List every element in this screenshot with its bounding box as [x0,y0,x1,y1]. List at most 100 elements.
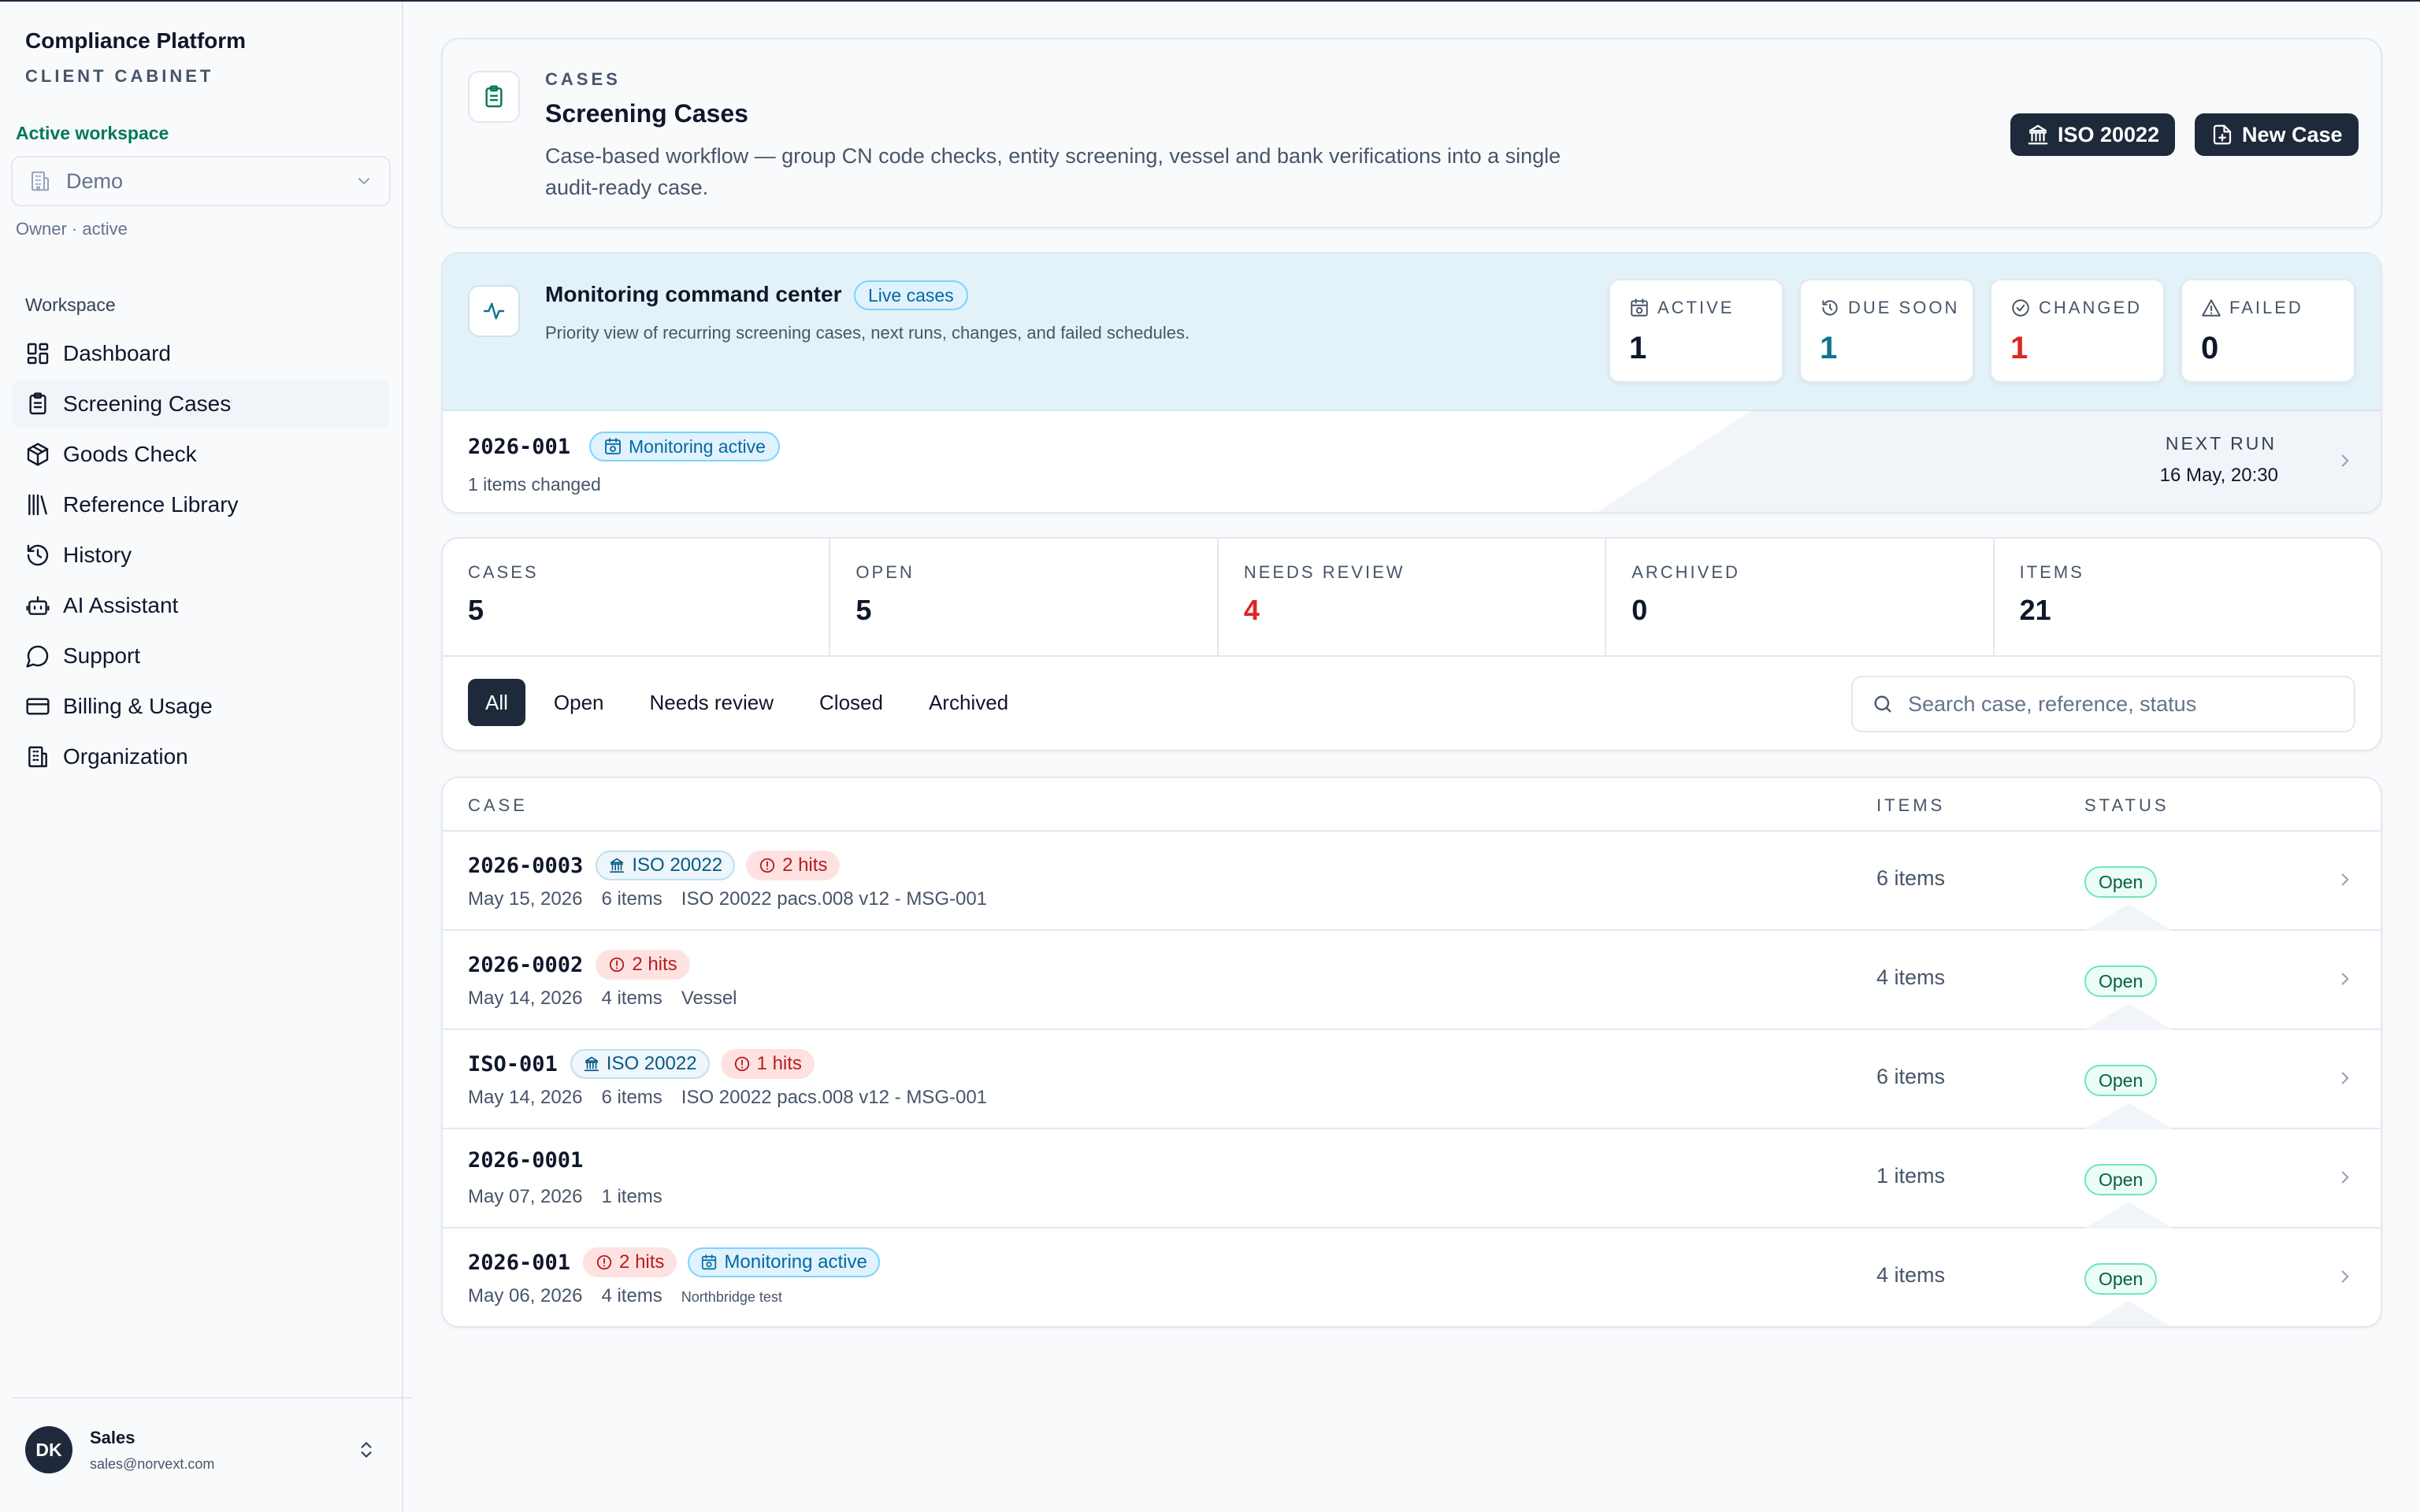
monitoring-active-badge: Monitoring active [589,432,780,461]
bank-icon [2028,124,2048,145]
stat-label: DUE SOON [1820,298,1959,318]
alert-triangle-icon [2202,299,2221,317]
filter-archived[interactable]: Archived [911,679,1026,726]
summary-stat-archived: ARCHIVED 0 [1606,539,1995,655]
new-case-button[interactable]: New Case [2195,113,2359,156]
sidebar-item-history[interactable]: History [13,531,389,580]
table-row[interactable]: ISO-001 ISO 20022 1 hits May 14, 2026 6 … [443,1030,2381,1129]
summary-stat-value: 0 [1631,594,1648,626]
sidebar-item-organization[interactable]: Organization [13,732,389,781]
case-date: May 15, 2026 [468,888,583,910]
monitoring-title: Monitoring command center [545,282,842,306]
summary-stat-needs-review: NEEDS REVIEW 4 [1219,539,1607,655]
case-id: ISO-001 [468,1051,558,1077]
sidebar-item-support[interactable]: Support [13,632,389,680]
check-circle-icon [2012,299,2029,317]
stat-active: ACTIVE 1 [1609,279,1783,383]
row-decoration [1598,411,2381,512]
user-menu[interactable]: DK Sales sales@norvext.com [13,1406,389,1493]
bot-icon [26,596,50,615]
table-row[interactable]: 2026-0003 ISO 20022 2 hits May 15, 2026 … [443,832,2381,931]
status-badge: Open [2084,866,2158,898]
case-items-count: 4 items [601,1285,663,1306]
filter-needs-review[interactable]: Needs review [633,679,792,726]
case-line: 2026-0002 2 hits [468,950,701,980]
user-email: sales@norvext.com [90,1455,215,1472]
case-line: 2026-0001 [468,1148,596,1173]
status-badge: Open [2084,1263,2158,1295]
header-icon-box [468,71,520,123]
column-header-case: CASE [468,795,528,815]
timer-icon [1822,300,1838,316]
case-meta: May 06, 2026 4 items Northbridge test [468,1285,801,1307]
case-items-count: 1 items [601,1186,663,1207]
column-header-status: STATUS [2084,795,2169,815]
stat-value: 1 [1629,331,1647,365]
sidebar-item-label: Billing & Usage [63,694,213,718]
sidebar-item-label: Goods Check [63,442,197,466]
status-badge: Open [2084,965,2158,997]
alert-circle-icon [610,957,625,973]
filter-open[interactable]: Open [536,679,622,726]
app-subtitle: CLIENT CABINET [25,66,214,86]
iso-tag-label: ISO 20022 [606,1053,697,1074]
workspace-label: Active workspace [16,123,169,143]
case-date: May 07, 2026 [468,1186,583,1207]
workspace-select[interactable]: Demo [11,156,391,206]
summary-stat-label: OPEN [856,562,915,582]
search-input[interactable] [1908,691,2335,717]
user-name: Sales [90,1427,135,1447]
filter-all[interactable]: All [468,679,525,726]
library-icon [28,494,47,516]
table-row[interactable]: 2026-001 2 hits Monitoring active May 06… [443,1228,2381,1326]
monitoring-active-tag: Monitoring active [688,1247,880,1277]
filter-closed[interactable]: Closed [802,679,900,726]
monitoring-icon-box [468,285,520,337]
iso-tag: ISO 20022 [570,1049,710,1079]
items-cell: 1 items [1876,1164,1946,1188]
sidebar-item-ai-assistant[interactable]: AI Assistant [13,581,389,630]
monitoring-active-label: Monitoring active [629,435,766,457]
case-meta: May 14, 2026 4 items Vessel [468,988,756,1010]
iso-20022-button[interactable]: ISO 20022 [2010,113,2176,156]
calendar-clock-icon [702,1254,717,1270]
sidebar-item-goods-check[interactable]: Goods Check [13,430,389,479]
table-row[interactable]: 2026-0002 2 hits May 14, 2026 4 items Ve… [443,931,2381,1030]
summary-stat-label: ITEMS [2019,562,2084,582]
alert-circle-icon [596,1254,612,1270]
file-plus-icon [2213,124,2232,145]
alert-circle-icon [759,858,775,873]
chat-bubble-icon [26,645,49,668]
case-items-count: 6 items [601,1087,663,1108]
sidebar-item-label: AI Assistant [63,593,179,617]
monitoring-active-tag-label: Monitoring active [724,1251,867,1273]
hits-tag-label: 1 hits [756,1053,802,1074]
building-icon [32,171,49,191]
sidebar-item-billing-usage[interactable]: Billing & Usage [13,682,389,731]
table-row[interactable]: 2026-0001 May 07, 2026 1 items 1 items O… [443,1129,2381,1228]
bank-icon [610,858,625,873]
status-decoration [2084,1102,2173,1129]
sidebar-item-screening-cases[interactable]: Screening Cases [13,380,389,428]
monitoring-case-id: 2026-001 [468,435,571,459]
case-date: May 14, 2026 [468,988,583,1009]
hits-tag-label: 2 hits [782,854,828,876]
dashboard-icon [27,343,49,365]
stat-value: 1 [2010,331,2028,365]
column-header-items: ITEMS [1876,795,1946,815]
monitoring-case-row[interactable]: 2026-001 Monitoring active 1 items chang… [443,411,2381,512]
case-id: 2026-001 [468,1250,571,1275]
summary-stat-label: CASES [468,562,539,582]
sidebar: Compliance Platform CLIENT CABINET Activ… [0,2,413,1512]
summary-stat-value: 21 [2019,594,2051,626]
chevron-right-icon [2341,973,2349,985]
monitoring-changed: 1 items changed [468,474,601,495]
case-meta: May 14, 2026 6 items ISO 20022 pacs.008 … [468,1087,1006,1109]
case-items-count: 4 items [601,988,663,1009]
alert-circle-icon [734,1056,749,1072]
hits-tag-label: 2 hits [619,1251,665,1273]
hits-tag: 1 hits [720,1049,815,1079]
sidebar-item-reference-library[interactable]: Reference Library [13,480,389,529]
sidebar-item-dashboard[interactable]: Dashboard [13,329,389,378]
stat-label-text: ACTIVE [1657,298,1735,317]
